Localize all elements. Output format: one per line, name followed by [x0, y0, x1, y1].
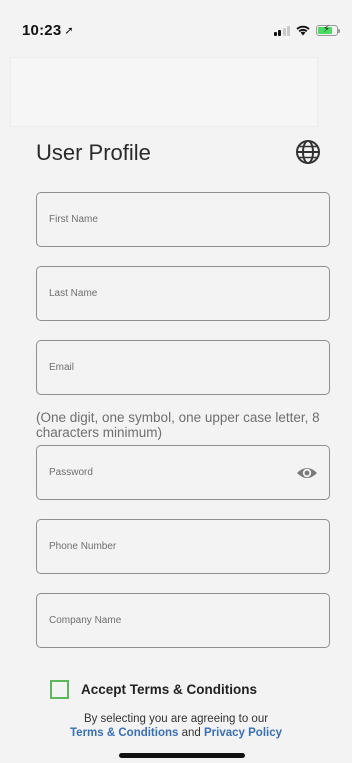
last-name-input[interactable]	[37, 267, 329, 320]
email-field[interactable]	[36, 340, 330, 395]
page-title: User Profile	[36, 140, 151, 165]
password-requirements-hint: (One digit, one symbol, one upper case l…	[36, 410, 320, 440]
status-bar: 10:23 ➚ ⚡	[0, 0, 352, 50]
battery-icon: ⚡	[316, 23, 340, 36]
company-name-field[interactable]	[36, 593, 330, 648]
eye-icon[interactable]	[296, 463, 318, 483]
terms-disclaimer: By selecting you are agreeing to our Ter…	[0, 712, 352, 740]
email-input[interactable]	[37, 341, 329, 394]
phone-number-input[interactable]	[37, 520, 329, 573]
wifi-icon	[296, 25, 310, 36]
terms-conditions-link[interactable]: Terms & Conditions	[70, 727, 178, 739]
charging-bolt-icon: ⚡	[323, 23, 331, 35]
company-name-input[interactable]	[37, 594, 329, 647]
globe-icon[interactable]	[294, 138, 322, 166]
first-name-input[interactable]	[37, 193, 329, 246]
home-indicator[interactable]	[119, 753, 245, 758]
status-time: 10:23 ➚	[22, 22, 74, 39]
first-name-field[interactable]	[36, 192, 330, 247]
status-time-text: 10:23	[22, 22, 62, 39]
password-input[interactable]	[37, 446, 329, 499]
accept-terms-label[interactable]: Accept Terms & Conditions	[81, 682, 257, 697]
disclaimer-text: By selecting you are agreeing to our	[83, 713, 269, 725]
disclaimer-conjunction: and	[181, 727, 201, 739]
user-profile-screen: 10:23 ➚ ⚡ User Profile First Name Last N…	[0, 0, 352, 763]
cellular-signal-icon	[273, 25, 290, 36]
location-arrow-icon: ➚	[64, 25, 74, 37]
privacy-policy-link[interactable]: Privacy Policy	[204, 727, 282, 739]
last-name-field[interactable]	[36, 266, 330, 321]
header-banner	[10, 57, 318, 127]
password-field[interactable]	[36, 445, 330, 500]
status-icons: ⚡	[273, 23, 340, 36]
phone-number-field[interactable]	[36, 519, 330, 574]
accept-terms-checkbox[interactable]	[50, 680, 69, 699]
